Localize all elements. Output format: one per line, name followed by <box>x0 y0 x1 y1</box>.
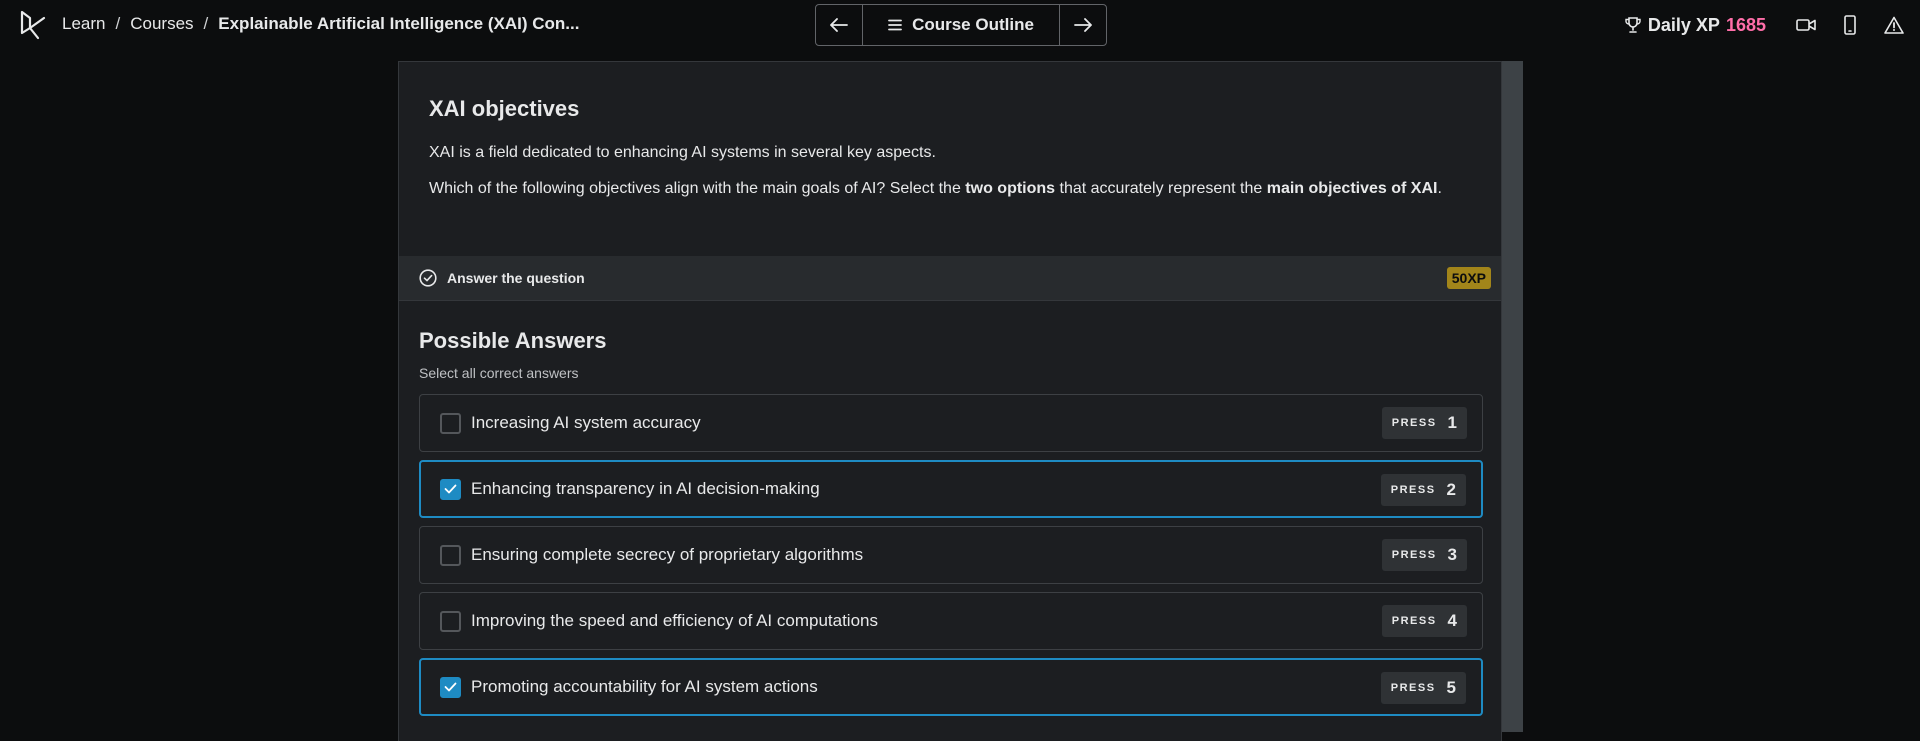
press-key: 5 <box>1446 678 1456 697</box>
answer-option-5[interactable]: Promoting accountability for AI system a… <box>419 658 1483 716</box>
menu-icon <box>888 19 902 31</box>
mobile-button[interactable] <box>1828 3 1872 47</box>
answer-option-label: Enhancing transparency in AI decision-ma… <box>471 479 820 498</box>
answer-option-label: Ensuring complete secrecy of proprietary… <box>471 545 864 564</box>
keyboard-shortcut-hint: PRESS 5 <box>1380 672 1466 704</box>
answer-checkbox[interactable] <box>440 610 461 632</box>
press-key: 4 <box>1447 611 1457 630</box>
course-outline-label: Course Outline <box>912 15 1034 34</box>
arrow-right-icon <box>1074 18 1092 32</box>
check-circle-icon <box>419 269 437 287</box>
datacamp-logo-icon[interactable] <box>18 9 50 41</box>
header-tools: Daily XP 1685 <box>1624 0 1920 50</box>
question-text: . <box>1437 180 1442 197</box>
xp-badge: 50XP <box>1446 267 1491 289</box>
answer-question-label: Answer the question <box>447 270 585 286</box>
answer-option-label: Improving the speed and efficiency of AI… <box>471 611 878 630</box>
answer-checkbox[interactable] <box>440 676 461 698</box>
possible-answers: Possible Answers Select all correct answ… <box>419 328 1483 724</box>
question-text: Which of the following objectives align … <box>429 180 966 197</box>
possible-answers-heading: Possible Answers <box>419 328 607 353</box>
checkmark-icon <box>444 484 457 494</box>
previous-exercise-button[interactable] <box>816 5 862 45</box>
exercise-intro: XAI objectives XAI is a field dedicated … <box>399 62 1501 203</box>
press-label: PRESS <box>1391 549 1437 561</box>
answers-hint: Select all correct answers <box>419 365 579 381</box>
checkmark-icon <box>444 682 457 692</box>
answer-options: Increasing AI system accuracy PRESS 1 En… <box>419 394 1483 716</box>
video-button[interactable] <box>1784 3 1828 47</box>
press-label: PRESS <box>1390 682 1436 694</box>
next-exercise-button[interactable] <box>1060 5 1106 45</box>
press-key: 2 <box>1446 480 1456 499</box>
keyboard-shortcut-hint: PRESS 4 <box>1381 605 1467 637</box>
answer-option-4[interactable]: Improving the speed and efficiency of AI… <box>419 592 1483 650</box>
question-text: that accurately represent the <box>1055 180 1267 197</box>
answer-checkbox[interactable] <box>440 412 461 434</box>
report-issue-button[interactable] <box>1872 3 1916 47</box>
panel-scrollbar[interactable] <box>1502 61 1523 732</box>
breadcrumb-current-course[interactable]: Explainable Artificial Intelligence (XAI… <box>218 14 579 34</box>
question-emphasis: two options <box>965 180 1056 197</box>
exercise-panel: XAI objectives XAI is a field dedicated … <box>398 61 1502 741</box>
answer-option-label: Increasing AI system accuracy <box>471 413 701 432</box>
top-bar: Learn / Courses / Explainable Artificial… <box>0 0 1920 50</box>
breadcrumb: Learn / Courses / Explainable Artificial… <box>62 14 579 34</box>
warning-icon <box>1884 16 1904 34</box>
daily-xp-value: 1685 <box>1725 14 1766 35</box>
breadcrumb-separator: / <box>115 14 121 33</box>
answer-option-label: Promoting accountability for AI system a… <box>471 677 818 696</box>
exercise-description: XAI is a field dedicated to enhancing AI… <box>429 144 936 161</box>
keyboard-shortcut-hint: PRESS 3 <box>1381 539 1467 571</box>
answer-question-bar: Answer the question 50XP <box>399 256 1501 301</box>
question-emphasis: main objectives of XAI <box>1266 180 1438 197</box>
keyboard-shortcut-hint: PRESS 1 <box>1381 407 1467 439</box>
answer-option-1[interactable]: Increasing AI system accuracy PRESS 1 <box>419 394 1483 452</box>
video-icon <box>1796 19 1816 31</box>
keyboard-shortcut-hint: PRESS 2 <box>1380 474 1466 506</box>
breadcrumb-learn-link[interactable]: Learn <box>62 14 105 34</box>
daily-xp: Daily XP 1685 <box>1624 15 1766 36</box>
trophy-icon <box>1625 17 1641 33</box>
press-label: PRESS <box>1390 484 1436 496</box>
answer-option-3[interactable]: Ensuring complete secrecy of proprietary… <box>419 526 1483 584</box>
arrow-left-icon <box>830 18 848 32</box>
daily-xp-label: Daily XP <box>1647 14 1720 35</box>
breadcrumb-separator: / <box>203 14 209 33</box>
press-label: PRESS <box>1391 417 1437 429</box>
course-navigation: Course Outline <box>815 4 1107 46</box>
press-key: 3 <box>1447 545 1457 564</box>
exercise-question: Which of the following objectives align … <box>429 175 1471 203</box>
press-label: PRESS <box>1391 615 1437 627</box>
answer-checkbox[interactable] <box>440 478 461 500</box>
mobile-icon <box>1844 15 1856 35</box>
answer-option-2[interactable]: Enhancing transparency in AI decision-ma… <box>419 460 1483 518</box>
exercise-title: XAI objectives <box>429 96 580 121</box>
answer-checkbox[interactable] <box>440 544 461 566</box>
press-key: 1 <box>1447 413 1457 432</box>
breadcrumb-courses-link[interactable]: Courses <box>130 14 193 34</box>
course-outline-button[interactable]: Course Outline <box>862 5 1060 45</box>
